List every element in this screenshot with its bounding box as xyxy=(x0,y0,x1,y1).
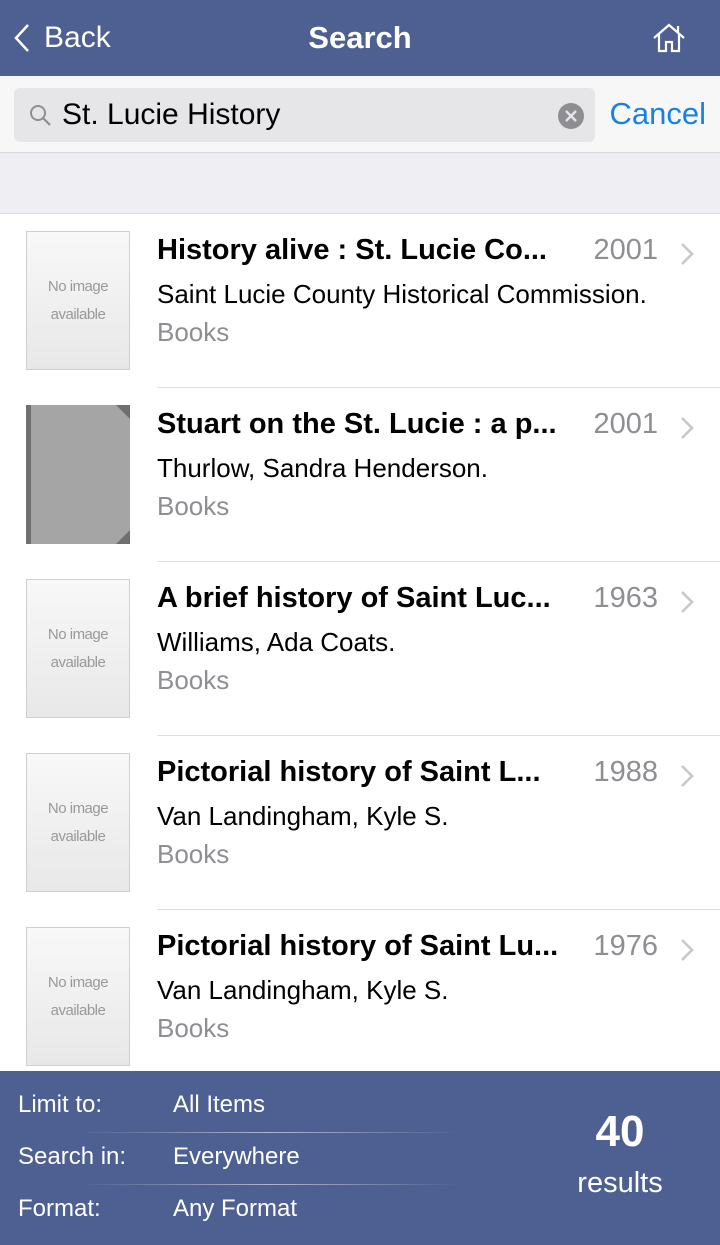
result-format: Books xyxy=(157,1013,230,1043)
book-cover-image xyxy=(26,405,130,544)
filter-limit-to[interactable]: Limit to: All Items xyxy=(0,1081,470,1133)
chevron-left-icon xyxy=(14,24,29,52)
search-icon xyxy=(30,105,51,126)
filter-value: Everywhere xyxy=(173,1143,300,1170)
result-format: Books xyxy=(157,839,230,869)
result-title: A brief history of Saint Luc... xyxy=(157,582,551,614)
result-row[interactable]: No image available Pictorial history of Sa… xyxy=(0,736,720,910)
results-list[interactable]: No image available History alive : St. Luc… xyxy=(0,214,720,1071)
results-count-label: results xyxy=(577,1167,663,1199)
filter-label: Limit to: xyxy=(18,1091,103,1118)
placeholder-text: No image xyxy=(47,625,109,643)
result-row[interactable]: No image available A brief history of Sain… xyxy=(0,562,720,736)
result-year: 1963 xyxy=(593,582,658,614)
result-title: History alive : St. Lucie Co... xyxy=(157,234,547,266)
search-bar: Cancel xyxy=(0,76,720,153)
result-title: Pictorial history of Saint L... xyxy=(157,756,541,788)
placeholder-text: No image xyxy=(47,277,109,295)
section-spacer xyxy=(0,153,720,214)
no-image-placeholder: No image available xyxy=(26,231,130,370)
placeholder-text: available xyxy=(50,653,106,671)
result-author: Saint Lucie County Historical Commission… xyxy=(157,279,647,309)
no-image-placeholder: No image available xyxy=(26,579,130,718)
search-field[interactable] xyxy=(14,88,595,142)
result-author: Van Landingham, Kyle S. xyxy=(157,975,449,1005)
filter-format[interactable]: Format: Any Format xyxy=(0,1185,470,1237)
close-icon xyxy=(565,110,577,122)
home-icon[interactable] xyxy=(652,22,686,54)
placeholder-text: available xyxy=(50,305,106,323)
chevron-right-icon xyxy=(681,765,694,787)
result-author: Thurlow, Sandra Henderson. xyxy=(157,453,488,483)
no-image-placeholder: No image available xyxy=(26,753,130,892)
filter-bar: Limit to: All Items Search in: Everywher… xyxy=(0,1071,720,1245)
chevron-right-icon xyxy=(681,243,694,265)
cancel-button[interactable]: Cancel xyxy=(610,96,707,132)
filter-value: Any Format xyxy=(173,1195,298,1222)
chevron-right-icon xyxy=(681,591,694,613)
clear-search-button[interactable] xyxy=(558,103,584,129)
back-button[interactable]: Back xyxy=(12,18,111,58)
search-input[interactable] xyxy=(62,88,542,142)
back-label: Back xyxy=(44,21,111,54)
result-author: Van Landingham, Kyle S. xyxy=(157,801,449,831)
chevron-right-icon xyxy=(681,939,694,961)
result-title: Stuart on the St. Lucie : a p... xyxy=(157,408,557,440)
filter-label: Format: xyxy=(18,1195,101,1222)
result-year: 1976 xyxy=(593,930,658,962)
placeholder-text: No image xyxy=(47,973,109,991)
placeholder-text: available xyxy=(50,1001,106,1019)
chevron-right-icon xyxy=(681,417,694,439)
filter-label: Search in: xyxy=(18,1143,127,1170)
filter-search-in[interactable]: Search in: Everywhere xyxy=(0,1133,470,1185)
result-title: Pictorial history of Saint Lu... xyxy=(157,930,559,962)
placeholder-text: No image xyxy=(47,799,109,817)
result-format: Books xyxy=(157,665,230,695)
placeholder-text: available xyxy=(50,827,106,845)
navigation-bar: Back Search xyxy=(0,0,720,76)
result-format: Books xyxy=(157,491,230,521)
filter-value: All Items xyxy=(173,1091,266,1118)
result-year: 2001 xyxy=(593,408,658,440)
result-row[interactable]: Stuart on the St. Lucie : a p... 2001 Thur… xyxy=(0,388,720,562)
results-count: 40 xyxy=(595,1107,645,1156)
result-author: Williams, Ada Coats. xyxy=(157,627,396,657)
no-image-placeholder: No image available xyxy=(26,927,130,1066)
result-year: 1988 xyxy=(593,756,658,788)
result-row[interactable]: No image available Pictorial history of Sa… xyxy=(0,910,720,1071)
result-year: 2001 xyxy=(593,234,658,266)
result-format: Books xyxy=(157,317,230,347)
result-row[interactable]: No image available History alive : St. Luc… xyxy=(0,214,720,388)
